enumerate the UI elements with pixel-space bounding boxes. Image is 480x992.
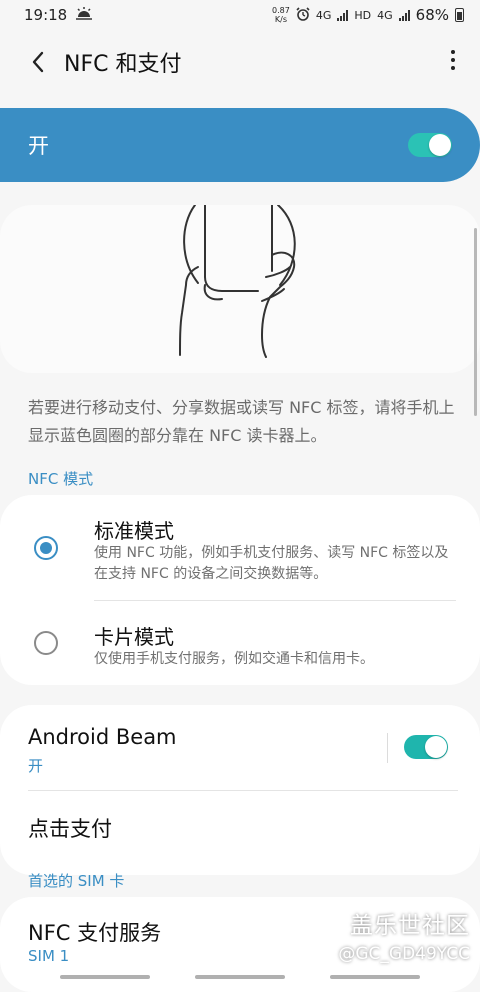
android-beam-status: 开: [28, 757, 44, 775]
card-mode-title: 卡片模式: [94, 625, 174, 649]
back-button[interactable]: [18, 42, 58, 82]
navigation-hints: [0, 975, 480, 981]
tap-pay-row[interactable]: 点击支付: [0, 791, 480, 875]
battery-percent: 68%: [415, 6, 449, 24]
hd-label: HD: [354, 8, 372, 22]
beam-pay-card: Android Beam 开 点击支付: [0, 705, 480, 875]
nfc-master-switch-bar[interactable]: 开: [0, 108, 480, 182]
standard-mode-radio[interactable]: [34, 536, 58, 560]
signal-icon-2: [398, 9, 410, 21]
battery-icon: [455, 8, 464, 22]
android-beam-row[interactable]: Android Beam 开: [0, 705, 480, 790]
card-mode-subtitle: 仅使用手机支付服务，例如交通卡和信用卡。: [94, 651, 374, 667]
sim-section-label: 首选的 SIM 卡: [28, 872, 125, 890]
scrollbar[interactable]: [474, 228, 477, 416]
alarm-icon: [296, 6, 310, 24]
nfc-master-label: 开: [28, 134, 49, 158]
tap-pay-title: 点击支付: [28, 817, 112, 841]
android-beam-title: Android Beam: [28, 725, 177, 749]
nav-hint-home[interactable]: [195, 975, 285, 979]
back-arrow-icon: [32, 51, 44, 73]
weather-icon: [75, 6, 93, 24]
nfc-mode-section-label: NFC 模式: [28, 470, 94, 488]
hand-holding-phone-icon: [179, 204, 296, 358]
network-type-2: 4G: [377, 8, 393, 22]
nfc-illustration: [0, 204, 480, 373]
nav-hint-recent[interactable]: [60, 975, 150, 979]
watermark-handle: @GC_GD49YCC: [338, 944, 470, 964]
nfc-mode-card: 标准模式 使用 NFC 功能，例如手机支付服务、读写 NFC 标签以及在支持 N…: [0, 495, 480, 685]
network-type-1: 4G: [315, 8, 332, 22]
signal-icon: [337, 9, 349, 21]
card-mode-radio[interactable]: [34, 631, 58, 655]
nfc-pay-service-title: NFC 支付服务: [28, 921, 162, 945]
watermark-title: 盖乐世社区: [350, 913, 470, 939]
nfc-pay-service-value: SIM 1: [28, 947, 70, 965]
nfc-master-toggle[interactable]: [408, 133, 452, 157]
status-bar: 19:18 0.87 K/s 4G HD 4G 68%: [0, 0, 480, 30]
android-beam-toggle[interactable]: [404, 735, 448, 759]
standard-mode-subtitle: 使用 NFC 功能，例如手机支付服务、读写 NFC 标签以及在支持 NFC 的设…: [94, 545, 449, 582]
network-speed-unit: K/s: [274, 15, 287, 24]
nav-hint-back[interactable]: [330, 975, 420, 979]
divider: [387, 733, 388, 763]
network-speed-value: 0.87: [272, 6, 290, 15]
app-bar: NFC 和支付: [0, 38, 480, 86]
standard-mode-option[interactable]: 标准模式 使用 NFC 功能，例如手机支付服务、读写 NFC 标签以及在支持 N…: [0, 495, 480, 600]
page-title: NFC 和支付: [64, 52, 182, 77]
status-time: 19:18: [24, 6, 68, 24]
network-speed: 0.87 K/s: [272, 6, 290, 24]
nfc-description: 若要进行移动支付、分享数据或读写 NFC 标签，请将手机上显示蓝色圆圈的部分靠在…: [28, 398, 455, 445]
more-options-icon[interactable]: [448, 50, 458, 70]
standard-mode-title: 标准模式: [94, 519, 174, 543]
card-mode-option[interactable]: 卡片模式 仅使用手机支付服务，例如交通卡和信用卡。: [0, 601, 480, 685]
